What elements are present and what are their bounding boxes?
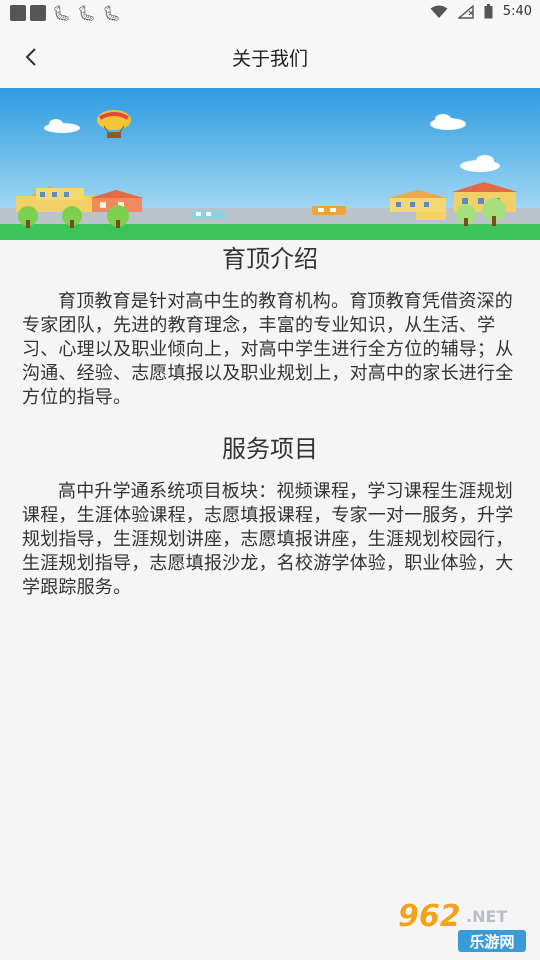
signal-off-icon — [457, 4, 474, 19]
section-title-services: 服务项目 — [222, 435, 318, 463]
battery-icon — [484, 4, 493, 19]
svg-text:962: 962 — [398, 899, 461, 934]
about-content: 育顶介绍 育顶教育是针对高中生的教育机构。育顶教育凭借资深的专家团队，先进的教育… — [0, 240, 540, 600]
header-banner-illustration — [0, 88, 540, 240]
bug-icon: 🐛︎ — [52, 4, 72, 22]
status-right: 5:40 — [430, 4, 532, 19]
svg-text:乐游网: 乐游网 — [469, 933, 514, 951]
wifi-icon — [430, 5, 448, 18]
page-title: 关于我们 — [231, 48, 308, 70]
status-bar: 🐛︎ 🐛︎ 🐛︎ 5:40 — [0, 0, 540, 26]
bug-icon: 🐛︎ — [77, 4, 97, 22]
top-app-bar: 关于我们 — [0, 26, 540, 88]
status-left: 🐛︎ 🐛︎ 🐛︎ — [10, 5, 121, 21]
notification-square-icon — [10, 5, 26, 21]
svg-text:.NET: .NET — [466, 907, 507, 926]
section-title-intro: 育顶介绍 — [222, 245, 318, 273]
status-time: 5:40 — [502, 4, 532, 19]
bug-icon: 🐛︎ — [102, 4, 122, 22]
notification-square-icon — [30, 5, 46, 21]
watermark-logo: 962 .NET 乐游网 — [397, 898, 526, 952]
section-body-intro: 育顶教育是针对高中生的教育机构。育顶教育凭借资深的专家团队，先进的教育理念，丰富… — [22, 291, 514, 408]
section-body-services: 高中升学通系统项目板块：视频课程，学习课程生涯规划课程，生涯体验课程，志愿填报课… — [22, 481, 514, 598]
